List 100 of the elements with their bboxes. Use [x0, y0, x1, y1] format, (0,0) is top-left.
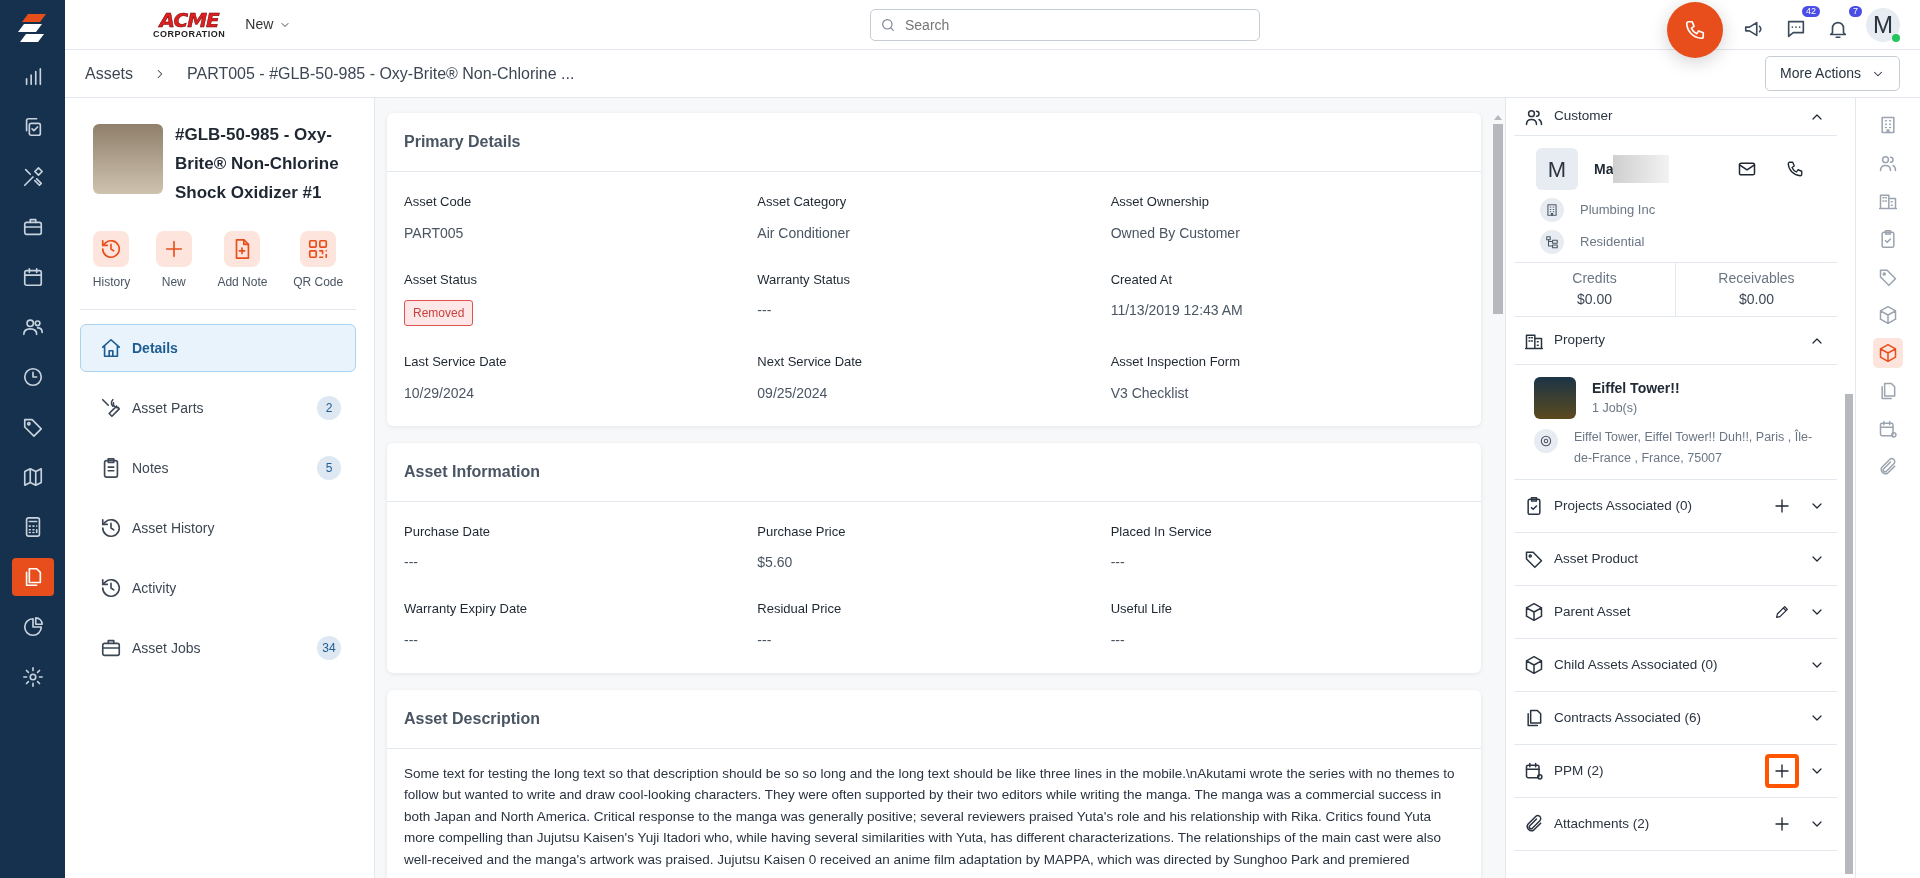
section-title: Attachments (2) [1554, 814, 1650, 833]
section-title: Parent Asset [1554, 602, 1631, 621]
property-name: Eiffel Tower!! [1592, 379, 1680, 399]
field-value: PART005 [404, 223, 465, 243]
more-actions-button[interactable]: More Actions [1765, 56, 1900, 91]
customer-avatar: M [1536, 148, 1578, 190]
map-icon [21, 466, 44, 488]
calendar-icon [21, 266, 44, 288]
building-icon [1878, 115, 1898, 135]
new-menu[interactable]: New [245, 14, 292, 35]
field-value: Owned By Customer [1110, 223, 1241, 243]
section-title: Child Assets Associated (0) [1554, 655, 1718, 674]
field-value: Air Conditioner [757, 223, 851, 243]
count-badge: 2 [317, 396, 341, 420]
field-label: Purchase Price [757, 522, 847, 541]
company-logo: ACME CORPORATION [153, 10, 226, 39]
status-badge: Removed [404, 300, 474, 326]
quick-action-button[interactable]: Add Note [217, 231, 268, 291]
field-value: V3 Checklist [1110, 383, 1190, 403]
history-icon [100, 577, 122, 599]
field-label: Asset Ownership [1110, 193, 1210, 211]
field-value: --- [404, 553, 419, 572]
asset-title: #GLB-50-985 - Oxy-Brite® Non-Chlorine Shock Oxidizer #1 [175, 124, 340, 204]
cube-icon [1878, 305, 1898, 325]
people-icon [21, 316, 44, 338]
field-label: Asset Inspection Form [1110, 353, 1241, 371]
field-label: Placed In Service [1110, 522, 1213, 541]
cube-icon [1524, 655, 1544, 675]
asset-tab[interactable]: Asset Jobs 34 [80, 624, 356, 672]
count-badge: 34 [317, 636, 341, 660]
count-badge: 5 [317, 456, 341, 480]
section-title: Projects Associated (0) [1554, 496, 1693, 515]
user-avatar[interactable]: M [1866, 7, 1900, 42]
history-icon [100, 517, 122, 539]
receivables-value: $0.00 [1737, 290, 1775, 309]
field-value: --- [1110, 630, 1126, 650]
search-field[interactable]: Search [870, 8, 1260, 41]
asset-tab[interactable]: Asset Parts 2 [80, 384, 356, 432]
breadcrumb-link[interactable]: Assets [85, 61, 133, 86]
field-value: --- [1110, 553, 1126, 572]
customer-name: Ma [1594, 159, 1614, 179]
asset-tab[interactable]: Notes 5 [80, 444, 356, 492]
asset-tab[interactable]: Asset History [80, 504, 356, 552]
photo-placeholder [93, 124, 163, 194]
location-pin-icon [1539, 434, 1553, 448]
clipboard-check-icon [1878, 229, 1898, 249]
mail-icon [1737, 159, 1757, 179]
field-label: Useful Life [1110, 600, 1174, 618]
briefcase-icon [100, 637, 122, 659]
settings-icon [21, 666, 44, 688]
building-icon [1545, 203, 1559, 217]
quick-action-button[interactable]: QR Code [293, 231, 344, 291]
clock-icon [21, 366, 44, 388]
photo-placeholder [1534, 377, 1576, 419]
history-icon [100, 238, 123, 260]
hierarchy-icon [1545, 235, 1559, 249]
section-title: Contracts Associated (6) [1554, 708, 1702, 727]
phone-icon [1684, 19, 1706, 41]
asset-tab[interactable]: Activity [80, 564, 356, 612]
plus-icon [1773, 815, 1791, 833]
company-name: Plumbing Inc [1580, 201, 1656, 220]
receivables-label: Receivables [1717, 269, 1796, 288]
breadcrumb-current: PART005 - #GLB-50-985 - Oxy-Brite® Non-Chlorine ... [187, 63, 575, 84]
field-value: $5.60 [757, 553, 794, 572]
field-value: --- [757, 630, 773, 650]
field-label: Next Service Date [757, 353, 864, 371]
field-label: Residual Price [757, 600, 843, 618]
credits-value: $0.00 [1575, 290, 1613, 309]
messages-button[interactable]: 42 [1782, 5, 1820, 44]
nav-button[interactable] [11, 558, 54, 596]
field-label: Asset Status [404, 270, 478, 289]
paperclip-icon [1524, 814, 1544, 834]
notifications-button[interactable]: 7 [1824, 5, 1862, 44]
pencil-icon [1774, 604, 1790, 620]
field-label: Created At [1110, 270, 1174, 289]
clipboard-check-icon [1524, 496, 1544, 516]
wrench-icon [100, 397, 122, 419]
add-button[interactable] [1765, 754, 1799, 788]
scrollbar-thumb[interactable] [1845, 394, 1853, 874]
buildings-icon [1878, 191, 1898, 211]
asset-tab[interactable]: Details [80, 324, 356, 372]
tag-icon [21, 416, 44, 438]
description-text: Some text for testing the long text so that description should be so so long and the long text should be like three lines in the mobile.\nAkutami wrote the series with no themes to follow but wanted to write and draw cool-looking characters. They were often supported by their two editors while writing the manga. The manga was a commercial success in both Japan and North America. Critical response to the manga was generally positive; several reviewers praised Yuta's role and his relationship with Rika. Critics found Yuta more compelling than Jujutsu Kaisen's Yuji Itadori who, while having several similarities with Yuta, has different characterizations. The relationships of the main cast were also well-received and the manga's artwork was praised. Jujutsu Kaisen 0 received an anime film adaptation by MAPPA, which was directed by Sunghoo Park and premiered [403, 764, 1456, 869]
call-button[interactable] [1667, 2, 1723, 58]
scrollbar-thumb[interactable] [1493, 124, 1503, 314]
card-title: Asset Information [387, 442, 1481, 502]
field-label: Asset Code [404, 193, 473, 211]
field-value: 09/25/2024 [757, 383, 829, 403]
calendar-gear-icon [1878, 419, 1898, 439]
plus-icon [1773, 497, 1791, 515]
plus-icon [1773, 762, 1791, 780]
field-label: Warranty Expiry Date [404, 600, 529, 618]
documents-icon [1878, 381, 1898, 401]
card-title: Asset Description [387, 689, 1481, 749]
field-value: --- [757, 301, 773, 320]
panel-shortcut-button[interactable] [1873, 338, 1903, 368]
people-icon [1878, 153, 1898, 173]
phone-icon [1786, 160, 1804, 178]
section-title: Property [1554, 331, 1606, 350]
calendar-gear-icon [1524, 761, 1544, 781]
